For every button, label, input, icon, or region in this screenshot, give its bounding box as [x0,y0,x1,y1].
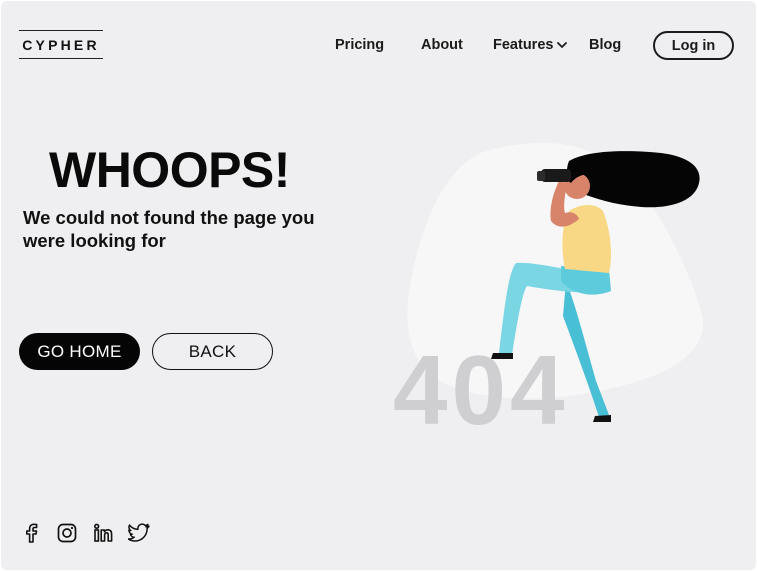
not-found-page: CYPHER Pricing About Features Blog Log i… [1,1,756,570]
instagram-icon[interactable] [55,521,79,545]
page-subtitle: We could not found the page you were loo… [23,207,315,251]
go-home-button[interactable]: GO HOME [19,333,140,370]
login-button[interactable]: Log in [653,31,734,60]
nav-features[interactable]: Features [493,37,568,53]
nav-pricing[interactable]: Pricing [335,37,384,53]
shoe-right [593,415,611,422]
error-code: 404 [393,335,569,445]
brand-logo[interactable]: CYPHER [19,30,103,59]
nav-features-label: Features [493,37,554,53]
back-button[interactable]: BACK [152,333,273,370]
social-links [19,521,151,545]
facebook-icon[interactable] [19,521,43,545]
twitter-icon[interactable] [127,521,151,545]
chevron-down-icon [557,42,568,48]
linkedin-icon[interactable] [91,521,115,545]
nav-about[interactable]: About [421,37,463,53]
binoculars-icon [541,169,571,182]
page-title: WHOOPS! [49,142,290,198]
nav-blog[interactable]: Blog [589,37,621,53]
